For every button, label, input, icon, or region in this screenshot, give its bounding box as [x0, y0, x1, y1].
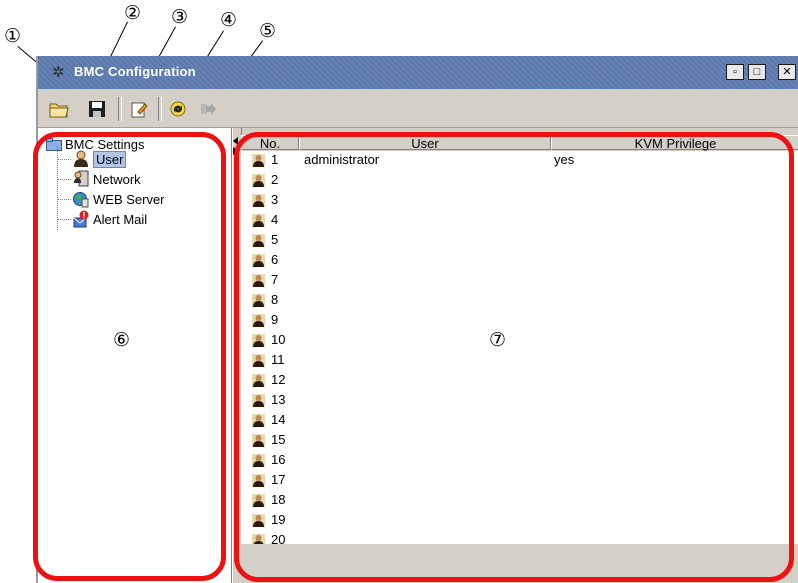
exit-button[interactable]: [196, 98, 218, 120]
toolbar: [38, 89, 798, 128]
exit-icon: [201, 103, 216, 115]
refresh-button[interactable]: [167, 98, 189, 120]
title-bar[interactable]: ✲ BMC Configuration ▫ □ ✕: [38, 56, 798, 89]
edit-button[interactable]: [128, 98, 150, 120]
callout-2: ②: [124, 2, 142, 24]
callout-3: ③: [171, 6, 189, 28]
refresh-icon: [170, 101, 186, 117]
close-window-button[interactable]: ✕: [778, 64, 796, 80]
callout-5: ⑤: [259, 20, 277, 42]
table-pane-highlight: [234, 132, 794, 582]
tree-pane-highlight: [33, 132, 226, 581]
tools-icon: ✲: [52, 64, 65, 81]
toolbar-separator: [118, 97, 122, 121]
floppy-save-icon: [89, 101, 105, 117]
open-button[interactable]: [48, 98, 70, 120]
callout-1: ①: [4, 25, 22, 47]
toolbar-separator: [158, 97, 162, 121]
restore-window-button[interactable]: ▫: [726, 64, 744, 80]
callout-4: ④: [220, 9, 238, 31]
window-title: BMC Configuration: [74, 64, 196, 79]
edit-icon: [131, 102, 148, 118]
folder-open-icon: [49, 103, 69, 118]
maximize-window-button[interactable]: □: [748, 64, 766, 80]
save-button[interactable]: [86, 98, 108, 120]
